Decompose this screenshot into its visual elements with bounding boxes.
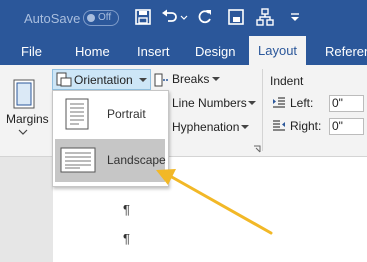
- breaks-dropdown-icon[interactable]: [212, 77, 220, 82]
- tab-references[interactable]: Reference: [325, 44, 367, 59]
- indent-right-icon: [273, 120, 285, 131]
- tab-design[interactable]: Design: [195, 44, 235, 59]
- tab-home[interactable]: Home: [75, 44, 110, 59]
- save-icon[interactable]: [134, 8, 152, 26]
- indent-right-label: Right:: [290, 119, 322, 133]
- menu-item-landscape[interactable]: Landscape: [55, 139, 166, 182]
- hyphenation-dropdown-icon[interactable]: [241, 125, 249, 130]
- undo-icon[interactable]: [160, 8, 178, 26]
- indent-label: Indent: [270, 74, 304, 88]
- portrait-label: Portrait: [107, 107, 146, 121]
- autosave-toggle[interactable]: Off: [83, 10, 119, 26]
- document-margin-area: [0, 157, 53, 262]
- indent-left-icon: [273, 97, 285, 108]
- tab-file[interactable]: File: [21, 44, 42, 59]
- orientation-dropdown-icon: [139, 78, 147, 82]
- orientation-menu: Portrait Landscape: [52, 90, 169, 187]
- portrait-icon: [65, 98, 89, 130]
- line-numbers-label[interactable]: Line Numbers: [172, 96, 247, 110]
- autosave-state: Off: [98, 12, 112, 23]
- orientation-label: Orientation: [74, 73, 133, 87]
- margins-icon[interactable]: [13, 79, 35, 109]
- menu-item-portrait[interactable]: Portrait: [55, 93, 165, 136]
- landscape-icon: [60, 147, 96, 173]
- landscape-label: Landscape: [107, 153, 166, 167]
- breaks-label[interactable]: Breaks: [172, 72, 209, 86]
- indent-left-label: Left:: [290, 96, 314, 110]
- paragraph-mark: ¶: [123, 202, 130, 217]
- ribbon-tabs: File Home Insert Design Layout Reference: [0, 36, 367, 65]
- redo-icon[interactable]: [196, 8, 214, 26]
- group-divider: [262, 69, 263, 151]
- hyphenation-label[interactable]: Hyphenation: [172, 120, 239, 134]
- touch-mode-icon[interactable]: [227, 8, 245, 26]
- autosave-label: AutoSave: [24, 11, 81, 26]
- indent-right-input[interactable]: 0": [329, 118, 364, 135]
- line-numbers-dropdown-icon[interactable]: [248, 101, 256, 106]
- toggle-knob: [87, 14, 95, 22]
- margins-label[interactable]: Margins: [6, 112, 49, 126]
- breaks-icon[interactable]: [154, 73, 170, 87]
- paragraph-mark: ¶: [123, 231, 130, 246]
- customize-quick-access-icon[interactable]: [286, 8, 304, 26]
- diagram-icon[interactable]: [256, 8, 274, 26]
- tab-insert[interactable]: Insert: [137, 44, 170, 59]
- indent-left-input[interactable]: 0": [329, 95, 364, 112]
- orientation-icon: [56, 72, 72, 87]
- tab-layout[interactable]: Layout: [249, 36, 307, 65]
- title-bar: AutoSave Off: [0, 0, 367, 36]
- margins-dropdown-icon[interactable]: [18, 129, 28, 135]
- undo-dropdown-icon[interactable]: [180, 8, 188, 26]
- orientation-button[interactable]: Orientation: [52, 69, 151, 90]
- page-setup-launcher-icon[interactable]: [253, 145, 261, 153]
